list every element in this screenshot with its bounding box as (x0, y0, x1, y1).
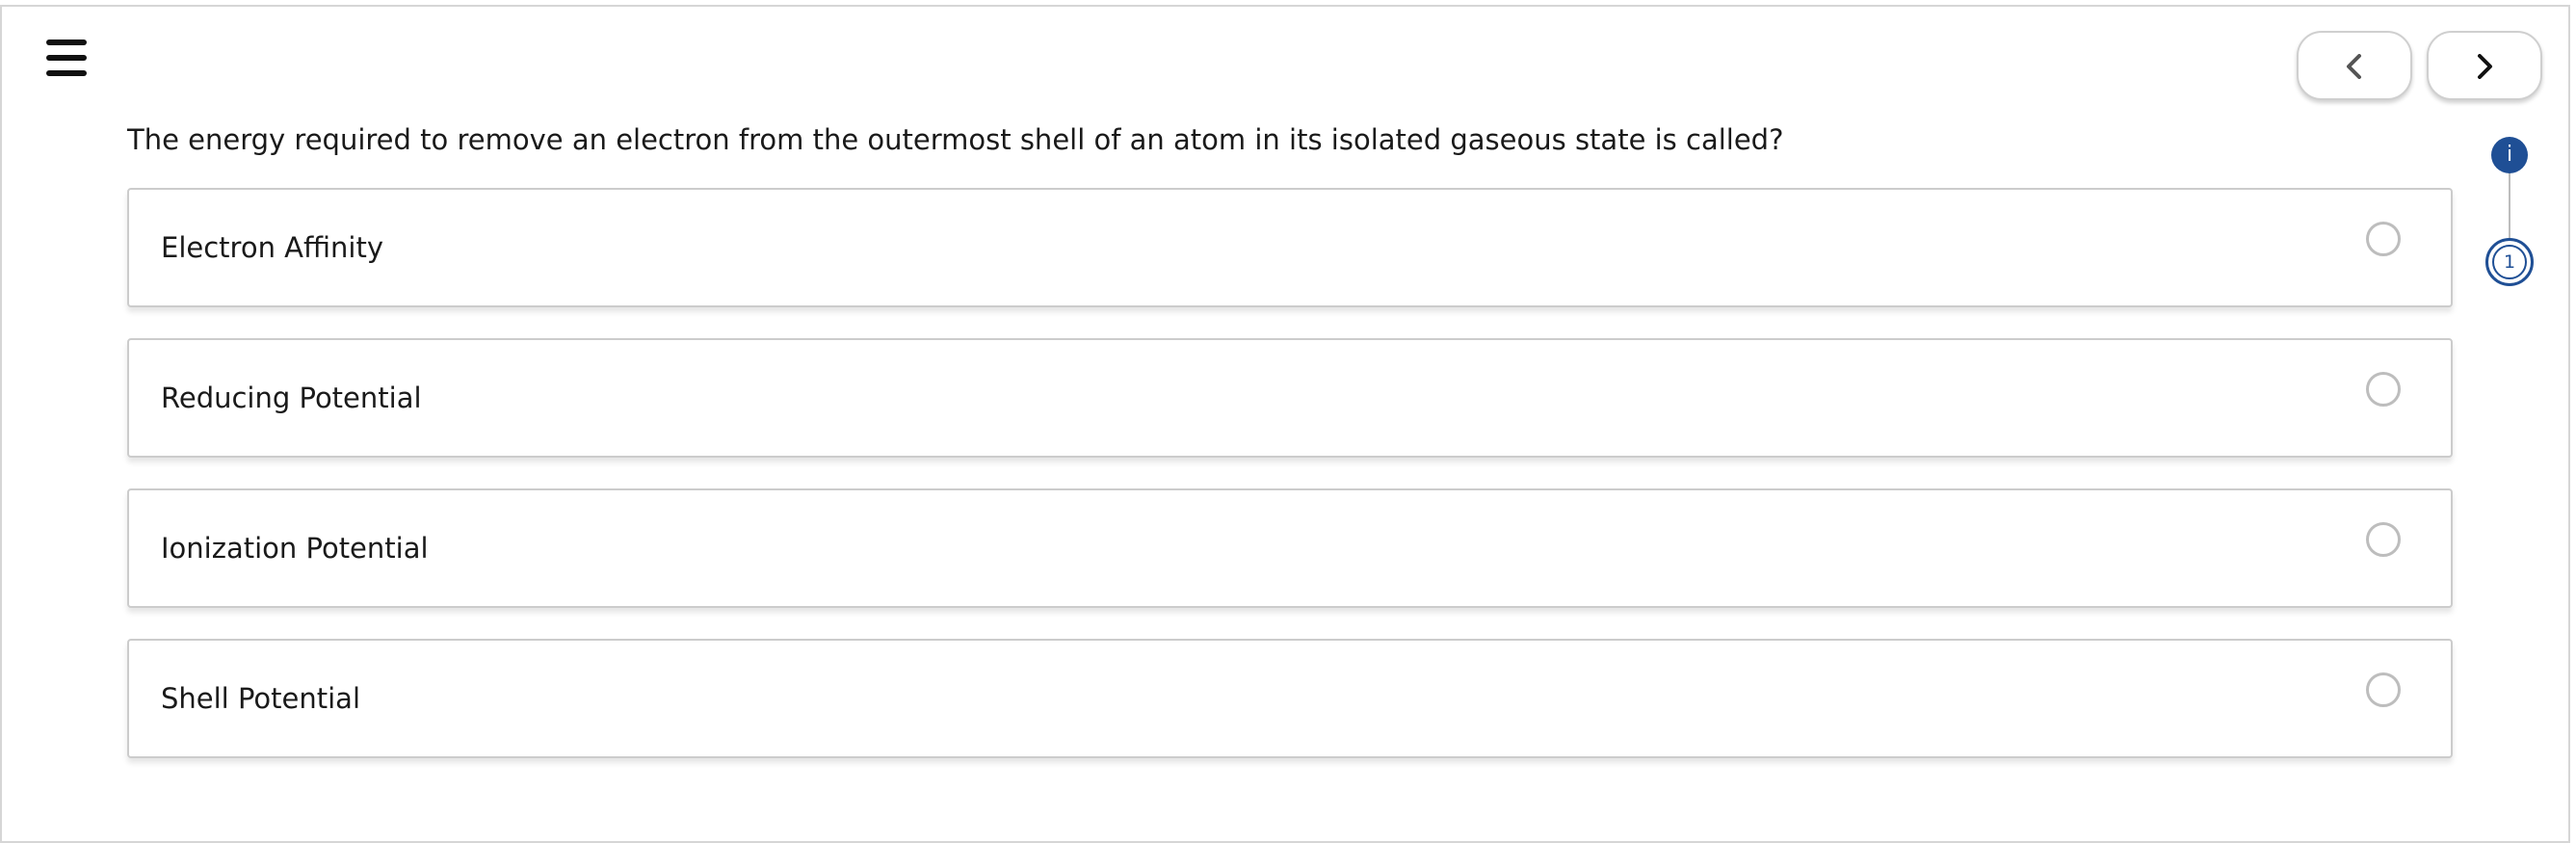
radio-button[interactable] (2366, 222, 2401, 256)
option-shell-potential[interactable]: Shell Potential (127, 639, 2453, 758)
option-label: Shell Potential (161, 682, 361, 715)
menu-button[interactable] (46, 40, 89, 80)
next-button[interactable] (2427, 31, 2542, 100)
option-ionization-potential[interactable]: Ionization Potential (127, 488, 2453, 608)
option-label: Reducing Potential (161, 382, 422, 414)
chevron-right-icon (2478, 54, 2492, 79)
option-label: Electron Affinity (161, 231, 384, 264)
answer-options: Electron Affinity Reducing Potential Ion… (127, 188, 2453, 789)
option-label: Ionization Potential (161, 532, 429, 565)
radio-button[interactable] (2366, 522, 2401, 557)
info-icon[interactable]: i (2491, 137, 2528, 173)
option-reducing-potential[interactable]: Reducing Potential (127, 338, 2453, 458)
hamburger-menu-icon-bar (46, 70, 87, 76)
question-text: The energy required to remove an electro… (127, 123, 1784, 156)
previous-button[interactable] (2297, 31, 2412, 100)
hamburger-menu-icon (46, 40, 87, 45)
step-indicator-current[interactable]: 1 (2485, 238, 2534, 286)
chevron-left-icon (2347, 54, 2361, 79)
step-number: 1 (2492, 245, 2527, 279)
quiz-panel: The energy required to remove an electro… (0, 5, 2570, 843)
radio-button[interactable] (2366, 672, 2401, 707)
hamburger-menu-icon-bar (46, 55, 87, 61)
radio-button[interactable] (2366, 372, 2401, 407)
option-electron-affinity[interactable]: Electron Affinity (127, 188, 2453, 307)
stepper-connector (2509, 171, 2510, 242)
